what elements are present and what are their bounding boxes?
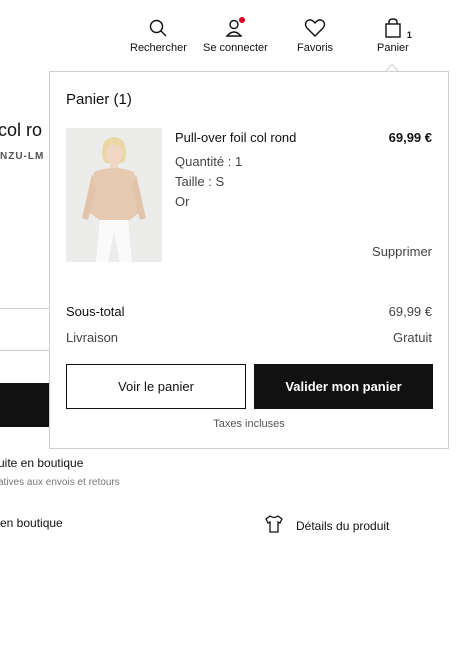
product-quantity: Quantité : 1 [175,154,243,169]
product-thumbnail[interactable] [66,128,162,262]
subtotal-value: 69,99 € [388,304,432,319]
cart-popup-title: Panier (1) [66,91,132,108]
product-name[interactable]: Pull-over foil col rond [175,130,296,145]
store-availability-partial[interactable]: en boutique [0,516,63,530]
product-reference-partial: NZU-LM [0,151,45,162]
login-label: Se connecter [203,42,268,54]
cart-popup: Panier (1) Pull-over foil col rond 69,99… [49,71,449,449]
divider [0,308,50,309]
product-size: Taille : S [175,174,225,189]
favorites-label: Favoris [297,42,334,54]
add-to-cart-button-partial[interactable] [0,383,50,427]
remove-item-button[interactable]: Supprimer [372,244,432,259]
subtotal-label: Sous-total [66,304,125,319]
product-color: Or [175,194,190,209]
checkout-button[interactable]: Valider mon panier [254,364,433,409]
shopping-bag-icon: 1 [383,18,412,40]
pickup-title-partial: uite en boutique [0,456,84,470]
view-cart-button[interactable]: Voir le panier [66,364,246,409]
product-price: 69,99 € [388,130,432,145]
cart-count-badge: 1 [406,30,412,40]
search-nav[interactable]: Rechercher [130,18,187,54]
cart-nav[interactable]: 1 Panier [377,18,412,54]
cart-label: Panier [377,42,409,54]
pickup-subtitle-partial: atives aux envois et retours [0,477,120,488]
divider [0,350,50,351]
login-nav[interactable]: Se connecter [203,17,268,54]
product-details-label: Détails du produit [296,518,390,533]
heart-icon [304,18,326,38]
product-details-link[interactable]: Détails du produit [264,514,389,537]
tshirt-icon [264,514,284,537]
search-icon [148,18,168,38]
taxes-note: Taxes incluses [213,418,285,430]
search-label: Rechercher [130,42,187,54]
product-title-partial: col ro [0,120,43,140]
user-icon [225,17,246,38]
shipping-label: Livraison [66,330,119,345]
shipping-value: Gratuit [392,330,432,345]
favorites-nav[interactable]: Favoris [297,18,333,54]
